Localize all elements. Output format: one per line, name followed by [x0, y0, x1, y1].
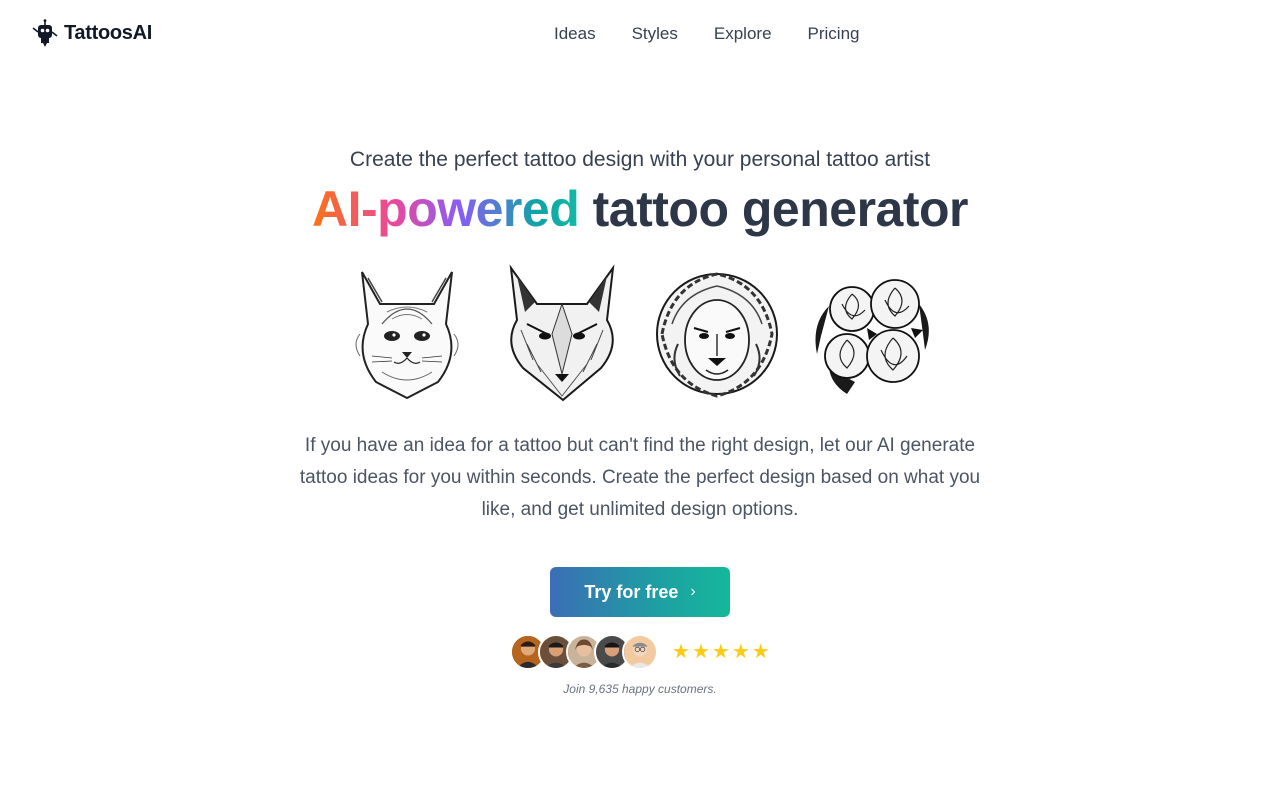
headline-rest-text: tattoo generator	[579, 181, 969, 237]
robot-pen-icon	[32, 19, 58, 47]
main-menu: Ideas Styles Explore Pricing	[536, 24, 878, 44]
star-icon: ★	[751, 641, 770, 663]
roses-tattoo-image	[815, 279, 929, 394]
tattoo-examples	[342, 264, 942, 404]
star-icon: ★	[691, 641, 710, 663]
customer-count-text: Join 9,635 happy customers.	[563, 682, 717, 696]
social-proof: ★ ★ ★ ★ ★	[510, 634, 780, 672]
customer-avatar	[622, 634, 658, 670]
nav-link-ideas[interactable]: Ideas	[536, 24, 614, 44]
rating-stars: ★ ★ ★ ★ ★	[672, 641, 770, 663]
cat-tattoo-image	[355, 271, 459, 400]
hero-description: If you have an idea for a tattoo but can…	[299, 435, 981, 520]
cta-label: Try for free	[584, 581, 679, 602]
top-navigation: TattoosAI Ideas Styles Explore Pricing	[0, 0, 1280, 68]
lion-tattoo-image	[656, 272, 778, 398]
brand-name: TattoosAI	[64, 21, 153, 44]
nav-link-explore[interactable]: Explore	[696, 24, 790, 44]
chevron-right-icon: ›	[690, 583, 696, 600]
headline-gradient-text: AI-powered	[312, 181, 580, 237]
wolf-tattoo-image	[509, 264, 615, 402]
star-icon: ★	[731, 641, 750, 663]
nav-link-pricing[interactable]: Pricing	[790, 24, 878, 44]
brand-logo-link[interactable]: TattoosAI	[30, 18, 152, 48]
hero-subtitle: Create the perfect tattoo design with yo…	[349, 148, 931, 171]
star-icon: ★	[672, 641, 690, 663]
star-icon: ★	[711, 641, 730, 663]
hero-headline: AI-powered tattoo generator	[0, 178, 1280, 240]
nav-link-styles[interactable]: Styles	[614, 24, 696, 44]
try-for-free-button[interactable]: Try for free ›	[550, 567, 730, 617]
